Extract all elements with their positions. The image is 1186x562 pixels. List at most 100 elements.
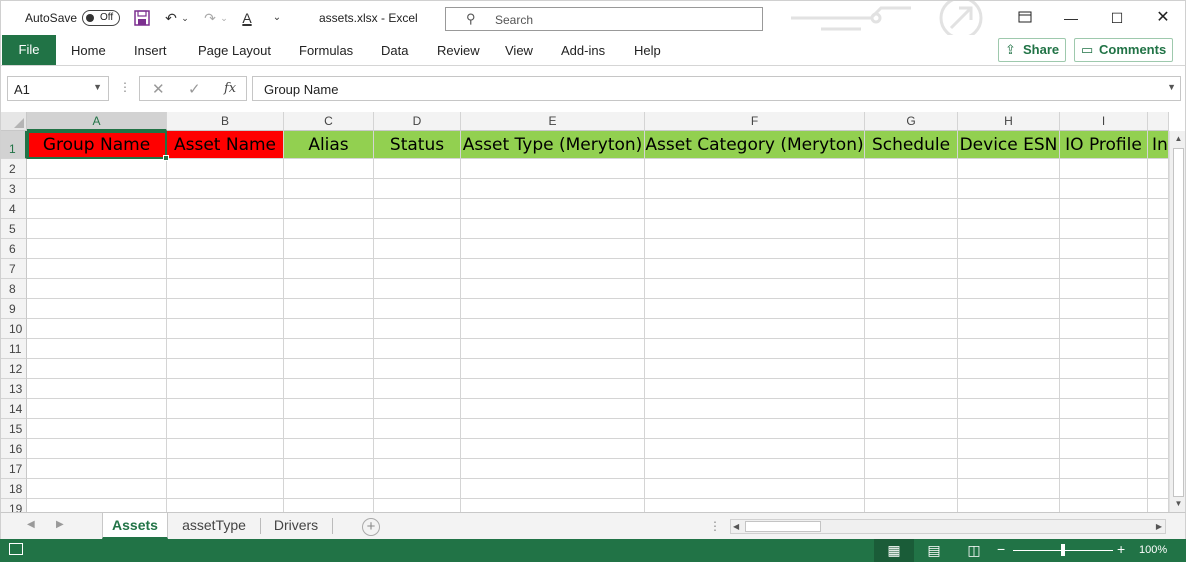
empty-cell[interactable] xyxy=(958,399,1060,419)
header-cell[interactable]: Group Name xyxy=(27,131,167,159)
column-header-d[interactable]: D xyxy=(374,112,461,131)
empty-cell[interactable] xyxy=(27,179,167,199)
tab-home[interactable]: Home xyxy=(71,43,106,58)
empty-cell[interactable] xyxy=(167,419,284,439)
empty-cell[interactable] xyxy=(1060,159,1148,179)
empty-cell[interactable] xyxy=(1148,399,1169,419)
expand-formula-icon[interactable]: ▼ xyxy=(1167,82,1176,92)
next-sheet-icon[interactable]: ▶ xyxy=(56,519,64,530)
empty-cell[interactable] xyxy=(958,319,1060,339)
empty-cell[interactable] xyxy=(1060,259,1148,279)
scroll-right-icon[interactable]: ▶ xyxy=(1156,520,1162,533)
column-header-h[interactable]: H xyxy=(958,112,1060,131)
empty-cell[interactable] xyxy=(167,379,284,399)
empty-cell[interactable] xyxy=(167,359,284,379)
empty-cell[interactable] xyxy=(645,339,865,359)
empty-cell[interactable] xyxy=(958,499,1060,512)
row-header-18[interactable]: 18 xyxy=(1,479,27,499)
tab-add-ins[interactable]: Add-ins xyxy=(561,43,605,58)
empty-cell[interactable] xyxy=(1148,359,1169,379)
empty-cell[interactable] xyxy=(1148,179,1169,199)
cancel-icon[interactable]: ✕ xyxy=(152,80,165,98)
empty-cell[interactable] xyxy=(167,179,284,199)
empty-cell[interactable] xyxy=(461,359,645,379)
sheet-tab-assettype[interactable]: assetType xyxy=(173,513,255,539)
empty-cell[interactable] xyxy=(167,479,284,499)
tab-help[interactable]: Help xyxy=(634,43,661,58)
header-cell[interactable]: Status xyxy=(374,131,461,159)
sheet-tab-assets[interactable]: Assets xyxy=(102,513,168,539)
empty-cell[interactable] xyxy=(284,379,374,399)
row-header-6[interactable]: 6 xyxy=(1,239,27,259)
empty-cell[interactable] xyxy=(167,339,284,359)
empty-cell[interactable] xyxy=(27,219,167,239)
empty-cell[interactable] xyxy=(461,159,645,179)
row-header-5[interactable]: 5 xyxy=(1,219,27,239)
empty-cell[interactable] xyxy=(958,299,1060,319)
empty-cell[interactable] xyxy=(167,239,284,259)
empty-cell[interactable] xyxy=(645,439,865,459)
minimize-icon[interactable]: — xyxy=(1058,7,1084,29)
empty-cell[interactable] xyxy=(461,259,645,279)
row-header-8[interactable]: 8 xyxy=(1,279,27,299)
empty-cell[interactable] xyxy=(374,459,461,479)
empty-cell[interactable] xyxy=(1148,439,1169,459)
empty-cell[interactable] xyxy=(1148,319,1169,339)
font-color-icon[interactable]: A xyxy=(238,9,256,27)
empty-cell[interactable] xyxy=(167,159,284,179)
empty-cell[interactable] xyxy=(461,439,645,459)
empty-cell[interactable] xyxy=(374,199,461,219)
empty-cell[interactable] xyxy=(374,379,461,399)
empty-cell[interactable] xyxy=(1148,199,1169,219)
empty-cell[interactable] xyxy=(461,379,645,399)
empty-cell[interactable] xyxy=(865,259,958,279)
empty-cell[interactable] xyxy=(958,479,1060,499)
empty-cell[interactable] xyxy=(1060,359,1148,379)
empty-cell[interactable] xyxy=(461,319,645,339)
empty-cell[interactable] xyxy=(461,199,645,219)
undo-icon[interactable]: ↶ xyxy=(162,9,180,27)
undo-dropdown-icon[interactable]: ⌄ xyxy=(180,9,190,27)
tab-data[interactable]: Data xyxy=(381,43,408,58)
empty-cell[interactable] xyxy=(865,499,958,512)
scroll-up-icon[interactable]: ▲ xyxy=(1172,131,1185,147)
row-header-1[interactable]: 1 xyxy=(1,131,27,159)
header-cell[interactable]: IO Profile xyxy=(1060,131,1148,159)
column-header-a[interactable]: A xyxy=(27,112,167,131)
row-header-9[interactable]: 9 xyxy=(1,299,27,319)
empty-cell[interactable] xyxy=(461,339,645,359)
empty-cell[interactable] xyxy=(461,299,645,319)
empty-cell[interactable] xyxy=(284,399,374,419)
empty-cell[interactable] xyxy=(284,459,374,479)
close-icon[interactable]: ✕ xyxy=(1150,7,1176,29)
page-layout-view-icon[interactable]: ▤ xyxy=(914,539,954,562)
empty-cell[interactable] xyxy=(284,299,374,319)
tab-formulas[interactable]: Formulas xyxy=(299,43,353,58)
empty-cell[interactable] xyxy=(284,199,374,219)
empty-cell[interactable] xyxy=(27,279,167,299)
empty-cell[interactable] xyxy=(865,479,958,499)
empty-cell[interactable] xyxy=(645,479,865,499)
empty-cell[interactable] xyxy=(374,319,461,339)
empty-cell[interactable] xyxy=(645,359,865,379)
customize-qat-icon[interactable]: ⌄ xyxy=(268,9,286,27)
row-header-15[interactable]: 15 xyxy=(1,419,27,439)
tab-insert[interactable]: Insert xyxy=(134,43,167,58)
empty-cell[interactable] xyxy=(374,279,461,299)
empty-cell[interactable] xyxy=(461,179,645,199)
empty-cell[interactable] xyxy=(461,399,645,419)
empty-cell[interactable] xyxy=(865,399,958,419)
share-button[interactable]: ⇪ Share xyxy=(998,38,1067,62)
formula-input[interactable]: Group Name ▼ xyxy=(252,76,1181,101)
empty-cell[interactable] xyxy=(27,399,167,419)
empty-cell[interactable] xyxy=(167,499,284,512)
empty-cell[interactable] xyxy=(1060,219,1148,239)
row-header-13[interactable]: 13 xyxy=(1,379,27,399)
empty-cell[interactable] xyxy=(461,499,645,512)
fill-handle[interactable] xyxy=(163,155,169,161)
empty-cell[interactable] xyxy=(27,379,167,399)
empty-cell[interactable] xyxy=(1148,219,1169,239)
empty-cell[interactable] xyxy=(167,299,284,319)
empty-cell[interactable] xyxy=(284,339,374,359)
empty-cell[interactable] xyxy=(284,419,374,439)
